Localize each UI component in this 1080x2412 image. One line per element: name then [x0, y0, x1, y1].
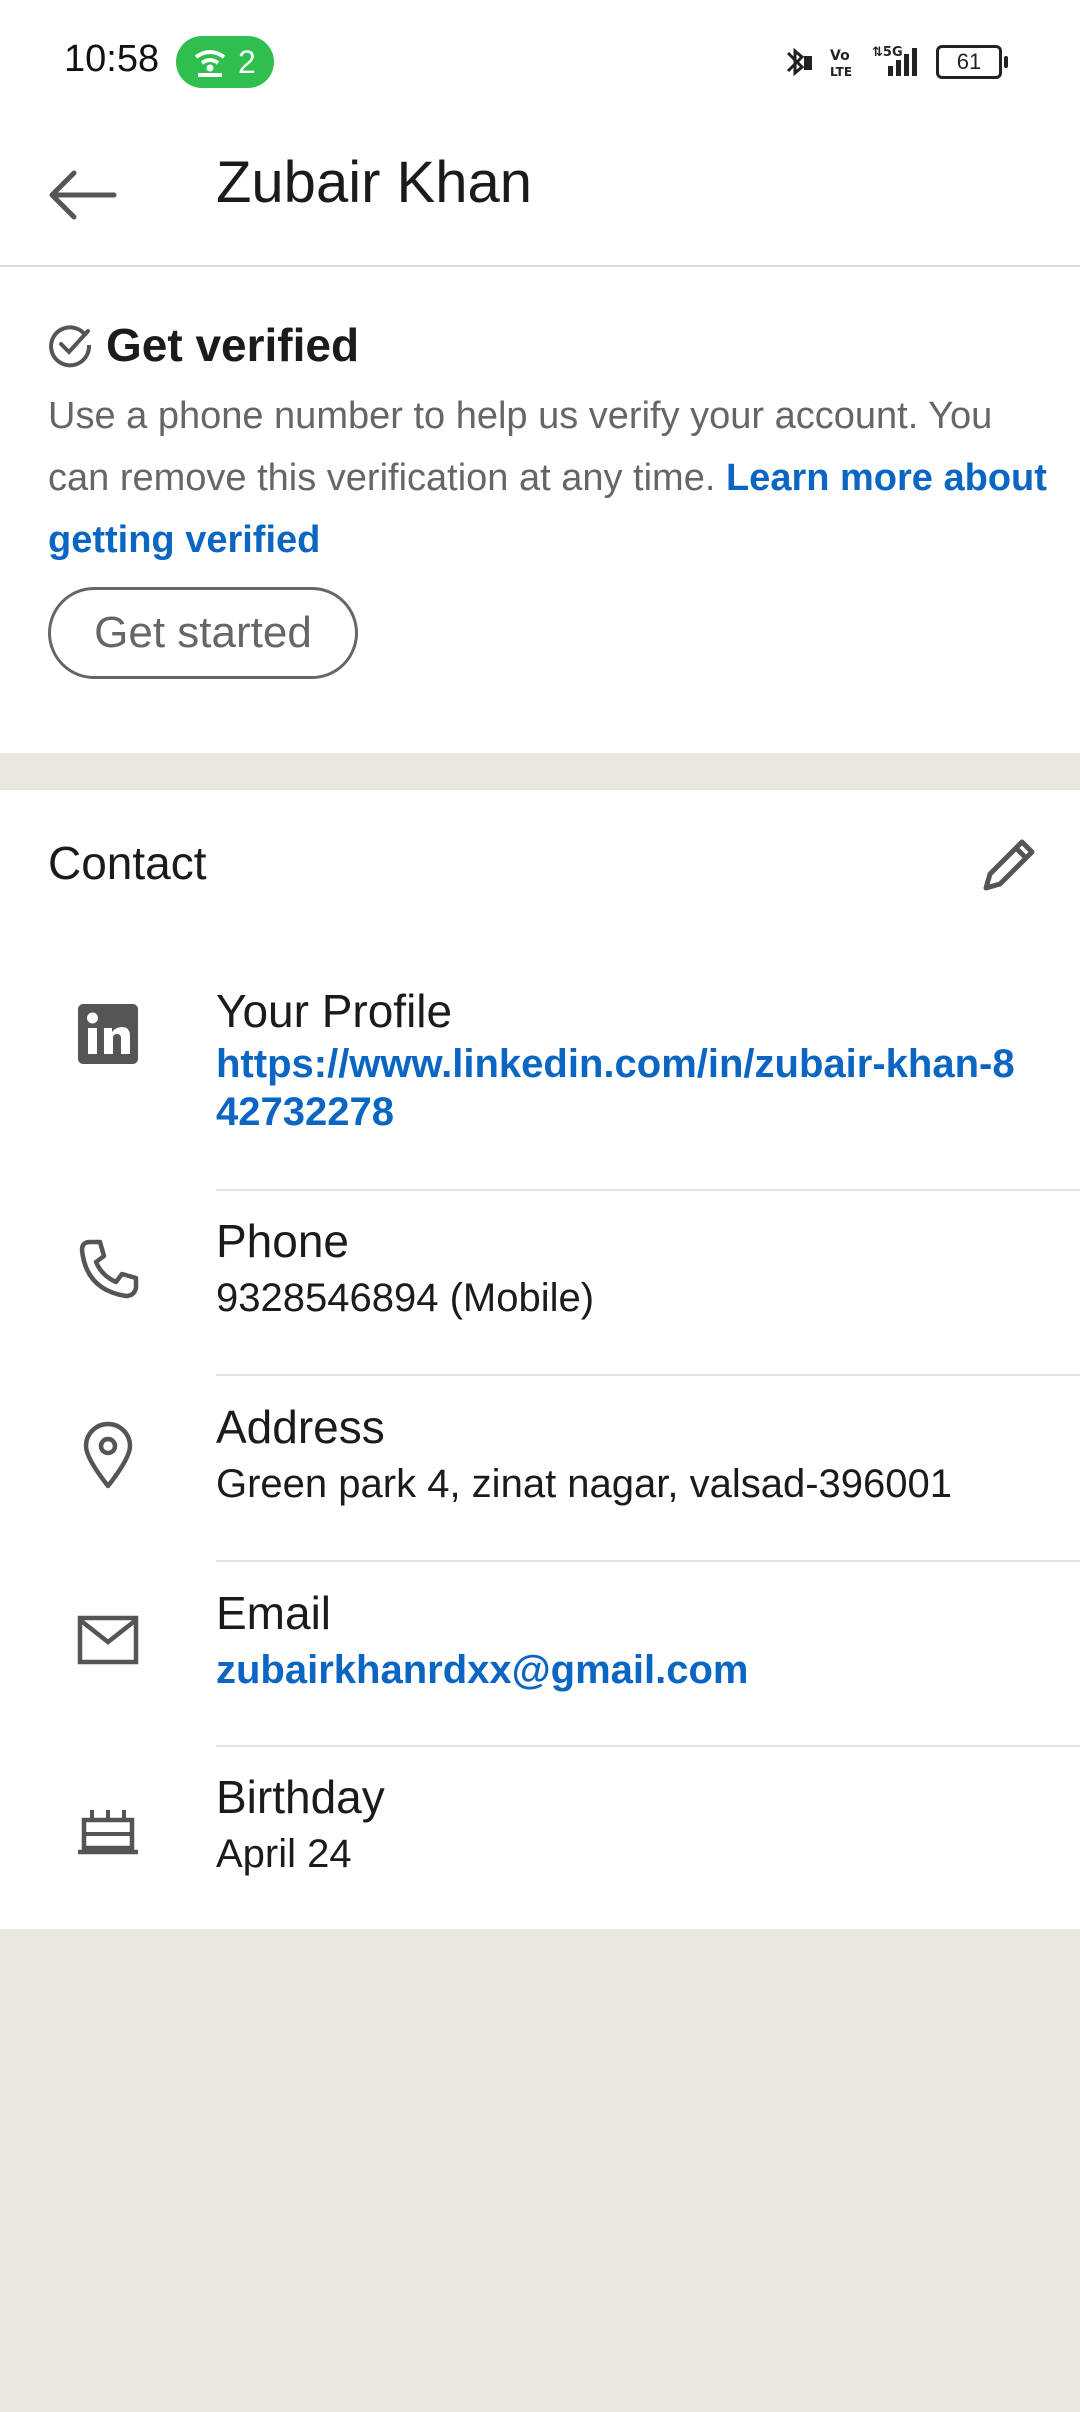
- address-value: Green park 4, zinat nagar, valsad-396001: [216, 1462, 953, 1506]
- verify-heading: Get verified: [48, 315, 359, 375]
- contact-row-phone[interactable]: Phone 9328546894 (Mobile): [0, 1214, 1080, 1374]
- birthday-value: April 24: [216, 1832, 352, 1876]
- hotspot-count: 2: [238, 44, 256, 80]
- contact-row-address[interactable]: Address Green park 4, zinat nagar, valsa…: [0, 1400, 1080, 1560]
- page-title: Zubair Khan: [216, 150, 532, 215]
- system-icons: Vo LTE ⇅5G 61: [778, 42, 1008, 82]
- mail-icon: [77, 1615, 139, 1665]
- status-time: 10:58: [64, 38, 160, 80]
- get-started-button[interactable]: Get started: [48, 587, 358, 679]
- contact-card: Contact Your Profile https://www.linkedi…: [0, 790, 1080, 1929]
- app-bar: Zubair Khan: [0, 125, 1080, 266]
- hotspot-icon: [194, 50, 226, 77]
- bluetooth-icon: [786, 47, 812, 77]
- svg-text:⇅5G: ⇅5G: [872, 45, 903, 60]
- contact-row-birthday[interactable]: Birthday April 24: [0, 1770, 1080, 1930]
- verify-description: Use a phone number to help us verify you…: [48, 385, 1048, 571]
- contact-row-email[interactable]: Email zubairkhanrdxx@gmail.com: [0, 1586, 1080, 1746]
- phone-label: Phone: [216, 1215, 350, 1267]
- edit-pencil-icon[interactable]: [972, 830, 1044, 902]
- profile-url[interactable]: https://www.linkedin.com/in/zubair-khan-…: [216, 1040, 1016, 1136]
- divider: [216, 1745, 1080, 1747]
- signal-5g-icon: ⇅5G: [872, 45, 917, 76]
- location-pin-icon: [83, 1421, 133, 1489]
- back-arrow-icon[interactable]: [44, 155, 124, 235]
- svg-text:Vo: Vo: [830, 48, 850, 64]
- divider: [216, 1560, 1080, 1562]
- status-bar: 10:58 2 Vo LTE ⇅5G 61: [0, 0, 1080, 125]
- contact-heading: Contact: [48, 837, 207, 889]
- profile-label: Your Profile: [216, 985, 453, 1037]
- divider: [216, 1189, 1080, 1191]
- divider: [216, 1374, 1080, 1376]
- address-label: Address: [216, 1401, 385, 1453]
- verify-title: Get verified: [106, 319, 360, 371]
- phone-value: 9328546894 (Mobile): [216, 1276, 595, 1320]
- contact-row-profile[interactable]: Your Profile https://www.linkedin.com/in…: [0, 980, 1080, 1170]
- hotspot-badge[interactable]: 2: [176, 36, 274, 88]
- check-circle-icon: [49, 325, 92, 368]
- email-value[interactable]: zubairkhanrdxx@gmail.com: [216, 1646, 1016, 1694]
- battery-icon: 61: [936, 45, 1008, 79]
- volte-icon: Vo LTE: [830, 48, 852, 79]
- email-label: Email: [216, 1587, 332, 1639]
- verify-card: Get verified Use a phone number to help …: [0, 267, 1080, 753]
- cake-icon: [78, 1810, 138, 1855]
- linkedin-icon: [78, 1004, 138, 1064]
- birthday-label: Birthday: [216, 1771, 385, 1823]
- phone-icon: [79, 1239, 139, 1299]
- svg-text:LTE: LTE: [830, 65, 852, 79]
